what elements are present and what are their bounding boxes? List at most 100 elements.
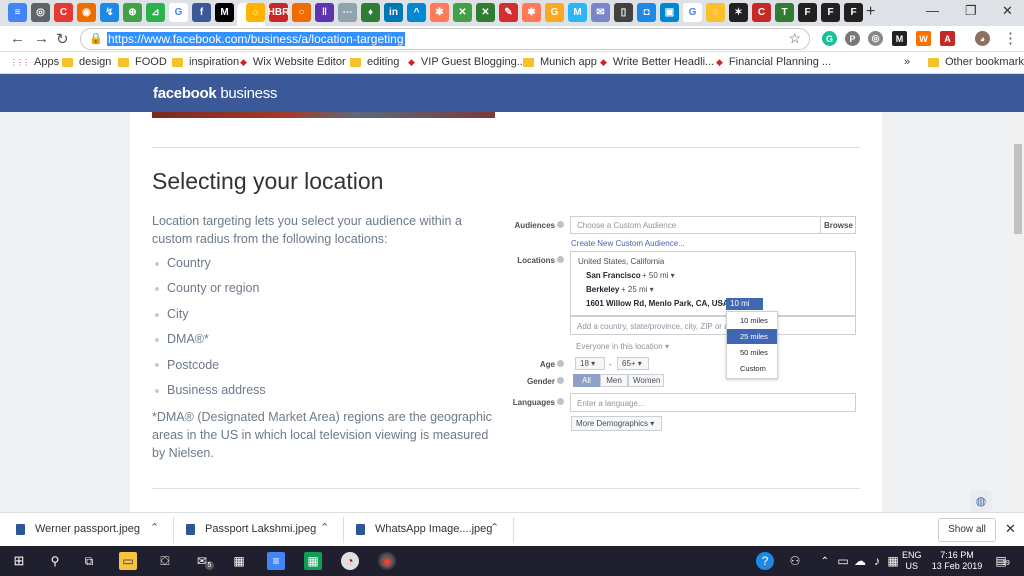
browse-button[interactable]: Browse	[824, 221, 853, 230]
minimize-button[interactable]: —	[926, 3, 939, 18]
feedly-icon[interactable]: ⊿	[146, 3, 165, 22]
sun-icon[interactable]: ☼	[246, 3, 265, 22]
pages-icon[interactable]: ▯	[614, 3, 633, 22]
bookmark-editing[interactable]: editing	[350, 56, 399, 68]
medium-icon[interactable]: M	[215, 3, 234, 22]
radius-berkeley[interactable]: + 25 mi ▾	[621, 285, 654, 294]
maximize-button[interactable]: ❐	[965, 3, 977, 19]
notifications-icon[interactable]: ▤ 19	[992, 552, 1010, 570]
languages-input[interactable]: Enter a language...	[570, 393, 856, 412]
windows-start-icon[interactable]: ⊞	[10, 552, 28, 570]
close-window-button[interactable]: ✕	[1002, 3, 1013, 19]
orange-icon[interactable]: ◉	[77, 3, 96, 22]
other-bookmarks[interactable]: Other bookmarks	[928, 56, 1024, 68]
download-options-chevron-icon[interactable]: ⌃	[150, 521, 159, 534]
google-docs-icon[interactable]: ≡	[267, 552, 285, 570]
close-download-bar-icon[interactable]: ✕	[1005, 521, 1016, 537]
bookmark-vip-guest-blogging[interactable]: ◆ VIP Guest Blogging...	[408, 56, 526, 68]
mail-icon[interactable]: ✉	[591, 3, 610, 22]
age-max-select[interactable]: 65+ ▾	[617, 357, 649, 370]
download-item[interactable]: Passport Lakshmi.jpeg	[186, 523, 316, 535]
menu-icon[interactable]: ⋮	[1003, 29, 1018, 47]
map-pin-icon[interactable]: ♦	[361, 3, 380, 22]
facebook-icon[interactable]: f	[192, 3, 211, 22]
facebook-business-logo[interactable]: facebook business	[153, 85, 277, 102]
f-icon-2[interactable]: F	[821, 3, 840, 22]
blue-arrow-icon[interactable]: ↯	[100, 3, 119, 22]
radius-san-francisco[interactable]: + 50 mi ▾	[642, 271, 675, 280]
gender-men-button[interactable]: Men	[600, 374, 628, 387]
more-demographics-button[interactable]: More Demographics ▾	[571, 416, 662, 431]
f-icon[interactable]: F	[798, 3, 817, 22]
scrollbar-thumb[interactable]	[1014, 144, 1022, 234]
task-view-icon[interactable]: ⧉	[80, 552, 98, 570]
bookmark-apps[interactable]: ⋮⋮⋮ Apps	[10, 56, 59, 68]
dots-icon[interactable]: ⋯	[338, 3, 357, 22]
back-icon[interactable]: ←	[10, 30, 25, 47]
f-icon-3[interactable]: F	[844, 3, 863, 22]
spider-icon[interactable]: ✶	[729, 3, 748, 22]
circle-icon[interactable]: ○	[292, 3, 311, 22]
t-green-icon[interactable]: T	[775, 3, 794, 22]
linkedin-icon[interactable]: in	[384, 3, 403, 22]
download-item[interactable]: Werner passport.jpeg	[16, 523, 140, 535]
bookmark-food[interactable]: FOOD	[118, 56, 167, 68]
address-bar[interactable]: 🔒 https://www.facebook.com/business/a/lo…	[80, 28, 810, 50]
show-hidden-icons[interactable]: ⌃	[816, 552, 834, 570]
search-icon[interactable]: ⚲	[46, 552, 64, 570]
everyone-in-location-select[interactable]: Everyone in this location ▾	[576, 342, 669, 351]
bookmark-munich-app[interactable]: Munich app	[523, 56, 597, 68]
radius-option-50-miles[interactable]: 50 miles	[727, 345, 777, 360]
blue-square-icon[interactable]: ◘	[637, 3, 656, 22]
language-globe-icon[interactable]: ◍	[970, 490, 992, 512]
hubspot-icon[interactable]: ✱	[430, 3, 449, 22]
mail-app-icon[interactable]: ✉ 5	[193, 552, 214, 570]
help-icon[interactable]: ?	[756, 552, 774, 570]
download-item[interactable]: WhatsApp Image....jpeg	[356, 523, 492, 535]
gender-women-button[interactable]: Women	[628, 374, 664, 387]
battery-icon[interactable]: ▭	[834, 552, 852, 570]
ext-circle-icon[interactable]: ◎	[868, 31, 883, 46]
bookmark-financial-planning[interactable]: ◆ Financial Planning ...	[716, 56, 831, 68]
paint-icon[interactable]: ◔	[341, 552, 359, 570]
radius-option-10-miles[interactable]: 10 miles	[727, 313, 777, 328]
network-icon[interactable]: ☁	[851, 552, 869, 570]
chrome-icon[interactable]: ◎	[31, 3, 50, 22]
age-min-select[interactable]: 18 ▾	[575, 357, 605, 370]
docs-icon[interactable]: ≡	[8, 3, 27, 22]
bookmark-wix-website-editor[interactable]: ◆ Wix Website Editor	[240, 56, 346, 68]
file-explorer-icon[interactable]: ▭	[119, 552, 137, 570]
new-tab-button[interactable]: +	[866, 3, 875, 21]
reload-icon[interactable]: ↻	[56, 30, 69, 48]
calculator-icon[interactable]: ▦	[230, 552, 248, 570]
grammarly-ext-icon[interactable]: G	[822, 31, 837, 46]
bookmark-write-better-headli[interactable]: ◆ Write Better Headli...	[600, 56, 714, 68]
forward-icon[interactable]: →	[34, 30, 49, 47]
m-blue-icon[interactable]: M	[568, 3, 587, 22]
medium-ext-icon[interactable]: M	[892, 31, 907, 46]
download-options-chevron-icon[interactable]: ⌃	[490, 521, 499, 534]
red-circle-icon[interactable]: ✎	[499, 3, 518, 22]
show-all-downloads-button[interactable]: Show all	[938, 518, 996, 542]
keyboard-icon[interactable]: ▦	[884, 552, 902, 570]
radius-option-25-miles[interactable]: 25 miles	[727, 329, 777, 344]
store-icon[interactable]: ⛋	[156, 552, 174, 570]
c-red-icon[interactable]: C	[752, 3, 771, 22]
url-text[interactable]: https://www.facebook.com/business/a/loca…	[107, 32, 405, 46]
radius-option-custom[interactable]: Custom	[727, 361, 777, 376]
audiences-input[interactable]: Choose a Custom Audience Browse	[570, 216, 856, 234]
bars-icon[interactable]: ‖	[315, 3, 334, 22]
bookmarks-overflow-button[interactable]: »	[904, 56, 910, 68]
ring-icon[interactable]: ◌	[706, 3, 725, 22]
clock[interactable]: 7:16 PM 13 Feb 2019	[930, 550, 984, 572]
profile-avatar[interactable]: ◕	[975, 31, 990, 46]
hbr-icon[interactable]: HBR	[268, 3, 289, 22]
bookmark-inspiration[interactable]: inspiration	[172, 56, 239, 68]
x-green-icon[interactable]: ✕	[453, 3, 472, 22]
gender-all-button[interactable]: All	[573, 374, 600, 387]
grammarly-icon[interactable]: G	[545, 3, 564, 22]
create-custom-audience-link[interactable]: Create New Custom Audience...	[571, 239, 685, 248]
people-icon[interactable]: ⚇	[786, 552, 804, 570]
chrome-taskbar-icon[interactable]: ◉	[378, 552, 396, 570]
caret-icon[interactable]: ^	[407, 3, 426, 22]
